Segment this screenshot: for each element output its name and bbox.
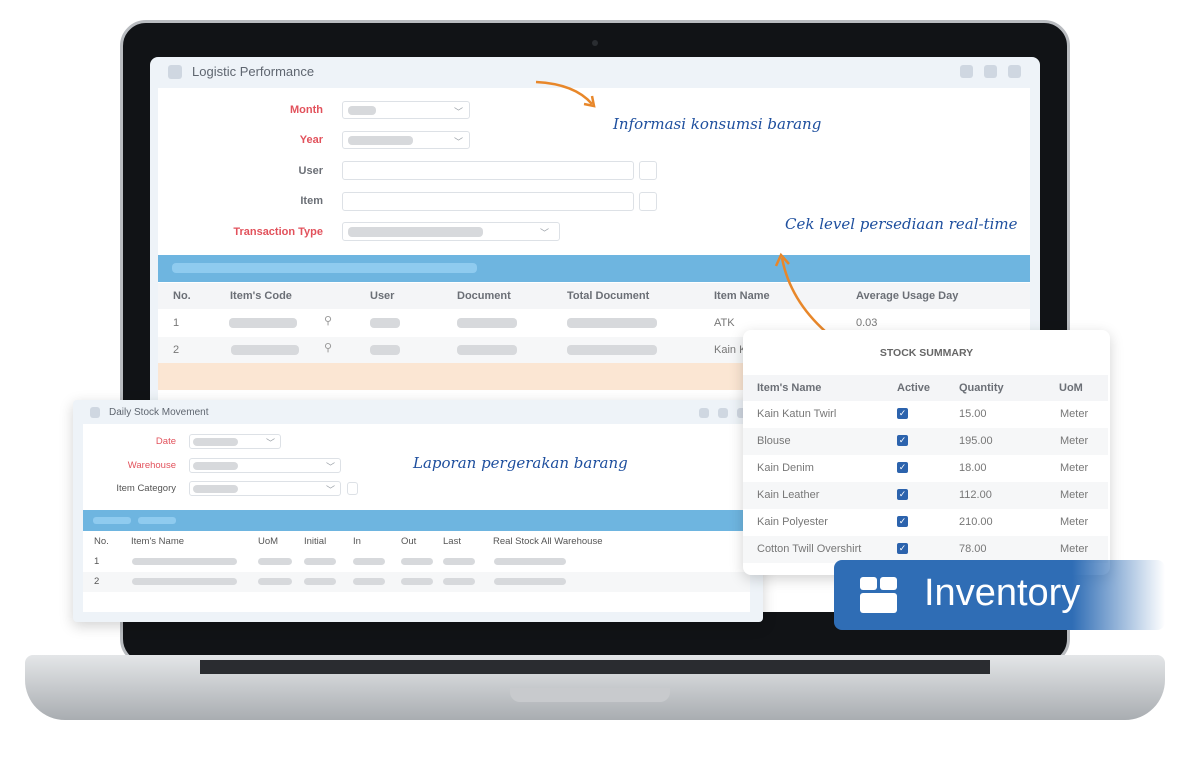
quantity: 78.00 (959, 543, 987, 555)
col-last: Last (443, 536, 461, 547)
col-real-stock: Real Stock All Warehouse (493, 536, 603, 547)
annotation-stock-level: Cek level persediaan real-time (785, 215, 1018, 233)
col-quantity: Quantity (959, 382, 1004, 394)
stock-summary-title: STOCK SUMMARY (879, 347, 974, 359)
col-active: Active (897, 382, 931, 394)
active-checkbox[interactable]: ✓ (897, 408, 908, 419)
quantity: 195.00 (959, 435, 993, 447)
item-category-select[interactable]: ﹀ (189, 481, 341, 496)
uom: Meter (1060, 489, 1089, 501)
item-name: Kain Polyester (757, 516, 828, 528)
stock-row: Blouse ✓ 195.00 Meter (743, 428, 1108, 455)
uom: Meter (1060, 408, 1089, 420)
annotation-movement: Laporan pergerakan barang (413, 454, 628, 472)
uom: Meter (1060, 435, 1089, 447)
stock-row: Kain Leather ✓ 112.00 Meter (743, 482, 1108, 509)
window-icon (90, 407, 100, 418)
window-title: Daily Stock Movement (109, 407, 209, 418)
col-uom: UoM (258, 536, 279, 547)
active-checkbox[interactable]: ✓ (897, 435, 908, 446)
maximize-button[interactable] (718, 408, 728, 418)
quantity: 15.00 (959, 408, 987, 420)
item-category-checkbox[interactable] (347, 482, 358, 495)
stock-row: Kain Katun Twirl ✓ 15.00 Meter (743, 401, 1108, 428)
uom: Meter (1060, 543, 1089, 555)
item-name: Kain Katun Twirl (757, 408, 837, 420)
stock-row: Kain Denim ✓ 18.00 Meter (743, 455, 1108, 482)
annotation-consumption: Informasi konsumsi barang (613, 115, 822, 133)
box-icon (860, 577, 897, 613)
quantity: 112.00 (959, 489, 992, 501)
col-out: Out (401, 536, 417, 547)
inventory-label: Inventory (924, 572, 1081, 614)
active-checkbox[interactable]: ✓ (897, 462, 908, 473)
col-in: In (353, 536, 361, 547)
item-name: Kain Leather (757, 489, 820, 501)
inventory-badge: Inventory (834, 560, 1165, 630)
stock-row: Kain Polyester ✓ 210.00 Meter (743, 509, 1108, 536)
col-item-name: Item's Name (757, 382, 822, 394)
col-item-name: Item's Name (131, 536, 185, 547)
uom: Meter (1060, 516, 1089, 528)
warehouse-select[interactable]: ﹀ (189, 458, 341, 473)
stock-summary-card: STOCK SUMMARY Kain Katun Twirl ✓ 15.00 M… (743, 330, 1110, 575)
active-checkbox[interactable]: ✓ (897, 516, 908, 527)
daily-table-toolbar (83, 510, 763, 531)
row-no: 1 (94, 556, 100, 567)
date-select[interactable]: ﹀ (189, 434, 281, 449)
quantity: 18.00 (959, 462, 987, 474)
col-uom: UoM (1059, 382, 1083, 394)
stock-row: Cotton Twill Overshirt ✓ 78.00 Meter (743, 536, 1108, 563)
col-no: No. (94, 536, 109, 547)
col-initial: Initial (304, 536, 327, 547)
item-name: Kain Denim (757, 462, 814, 474)
quantity: 210.00 (959, 516, 993, 528)
row-no: 2 (94, 576, 100, 587)
active-checkbox[interactable]: ✓ (897, 489, 908, 500)
uom: Meter (1060, 462, 1089, 474)
date-label: Date (155, 436, 176, 447)
item-name: Cotton Twill Overshirt (757, 543, 862, 555)
minimize-button[interactable] (699, 408, 709, 418)
item-category-label: Item Category (116, 483, 176, 494)
active-checkbox[interactable]: ✓ (897, 543, 908, 554)
warehouse-label: Warehouse (127, 460, 176, 471)
item-name: Blouse (757, 435, 791, 447)
